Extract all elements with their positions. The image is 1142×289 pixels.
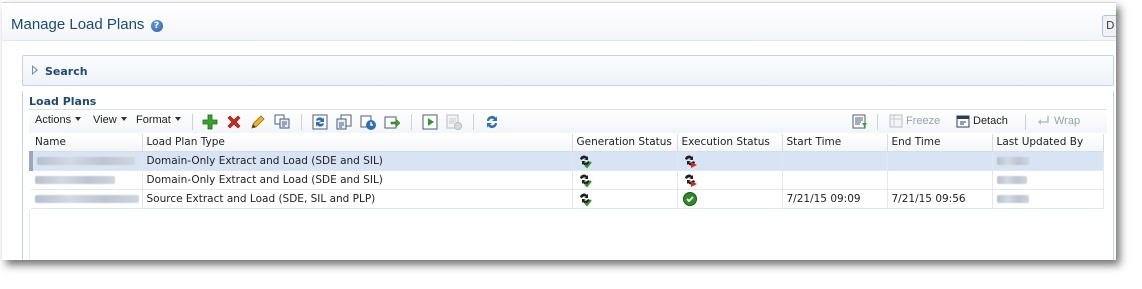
cell-start-time: 7/21/15 09:09 (782, 189, 888, 209)
load-plans-panel: Load Plans Actions View Format Freeze De… (22, 91, 1114, 260)
cell-start-time (782, 170, 888, 190)
toolbar-divider (473, 114, 474, 130)
page-header: Manage Load Plans ? D (2, 3, 1116, 41)
column-header-execution-status[interactable]: Execution Status (677, 134, 783, 152)
table-header-row: Name Load Plan Type Generation Status Ex… (31, 134, 1104, 152)
cell-name (29, 151, 143, 171)
cell-load-plan-type: Domain-Only Extract and Load (SDE and SI… (142, 170, 573, 190)
load-plans-toolbar: Actions View Format Freeze Detach Wrap (29, 109, 1107, 133)
table-row[interactable]: Source Extract and Load (SDE, SIL and PL… (31, 189, 1104, 209)
cell-last-updated-by (992, 189, 1104, 209)
toolbar-divider (301, 114, 302, 130)
column-header-name[interactable]: Name (31, 134, 143, 152)
toolbar-divider (411, 114, 412, 130)
help-icon[interactable]: ? (150, 20, 163, 32)
column-header-end-time[interactable]: End Time (887, 134, 993, 152)
wrap-button[interactable]: Wrap (1054, 115, 1080, 127)
schedule-icon[interactable] (359, 113, 377, 131)
redacted-name (35, 175, 115, 184)
cell-load-plan-type: Source Extract and Load (SDE, SIL and PL… (142, 189, 573, 209)
cell-generation-status (572, 189, 678, 209)
redacted-user (996, 194, 1029, 203)
corner-button[interactable]: D (1102, 15, 1116, 37)
generation-status-icon (577, 191, 593, 207)
wrap-icon (1035, 113, 1051, 129)
chevron-down-icon (75, 117, 82, 121)
redacted-user (996, 156, 1029, 165)
cell-execution-status (677, 151, 783, 171)
cell-last-updated-by (992, 170, 1104, 190)
detach-button[interactable]: Detach (973, 115, 1008, 127)
duplicate-icon[interactable] (273, 113, 291, 131)
refresh-icon[interactable] (483, 113, 501, 131)
freeze-button[interactable]: Freeze (906, 115, 940, 127)
view-menu[interactable]: View (93, 114, 127, 126)
table-empty-area (29, 210, 1101, 260)
cell-name (31, 170, 143, 190)
add-icon[interactable] (201, 113, 219, 131)
execution-failed-icon (682, 172, 698, 188)
column-header-generation-status[interactable]: Generation Status (572, 134, 678, 152)
disclosure-triangle-icon[interactable] (32, 65, 38, 75)
delete-icon[interactable] (225, 113, 243, 131)
export-icon[interactable] (383, 113, 401, 131)
load-plans-title: Load Plans (29, 95, 97, 108)
redacted-name (37, 156, 135, 165)
cell-generation-status (572, 151, 678, 171)
toolbar-divider (192, 114, 193, 130)
chevron-down-icon (120, 117, 127, 121)
search-panel-label[interactable]: Search (45, 65, 88, 78)
manage-load-plans-window: Manage Load Plans ? D Search Load Plans … (2, 2, 1116, 260)
redacted-user (996, 175, 1027, 184)
edit-icon[interactable] (249, 113, 267, 131)
execution-failed-icon (682, 153, 698, 169)
toolbar-divider (877, 114, 878, 130)
column-header-last-updated-by[interactable]: Last Updated By (992, 134, 1104, 152)
detach-icon (955, 113, 971, 129)
stop-icon[interactable] (445, 113, 463, 131)
cell-end-time (887, 170, 993, 190)
cell-execution-status (677, 189, 783, 209)
copy-icon[interactable] (335, 113, 353, 131)
redacted-name (35, 194, 139, 203)
format-menu[interactable]: Format (136, 114, 181, 126)
cell-execution-status (677, 170, 783, 190)
query-by-example-icon[interactable] (851, 113, 869, 131)
search-panel[interactable]: Search (22, 55, 1114, 86)
table-row[interactable]: Domain-Only Extract and Load (SDE and SI… (29, 151, 1104, 171)
generation-status-icon (577, 172, 593, 188)
freeze-icon (888, 113, 904, 129)
cell-generation-status (572, 170, 678, 190)
column-header-start-time[interactable]: Start Time (782, 134, 888, 152)
load-plans-table: Name Load Plan Type Generation Status Ex… (29, 134, 1104, 209)
execution-success-icon (682, 191, 698, 207)
cell-start-time (782, 151, 888, 171)
cell-end-time: 7/21/15 09:56 (887, 189, 993, 209)
cell-name (31, 189, 143, 209)
actions-menu[interactable]: Actions (35, 114, 82, 126)
cell-end-time (887, 151, 993, 171)
cell-load-plan-type: Domain-Only Extract and Load (SDE and SI… (142, 151, 573, 171)
toolbar-divider (1025, 114, 1026, 130)
cell-last-updated-by (992, 151, 1104, 171)
chevron-down-icon (174, 117, 181, 121)
generation-status-icon (577, 153, 593, 169)
column-header-load-plan-type[interactable]: Load Plan Type (142, 134, 573, 152)
generate-icon[interactable] (311, 113, 329, 131)
page-title: Manage Load Plans ? (11, 16, 163, 33)
table-row[interactable]: Domain-Only Extract and Load (SDE and SI… (31, 170, 1104, 190)
execute-icon[interactable] (421, 113, 439, 131)
